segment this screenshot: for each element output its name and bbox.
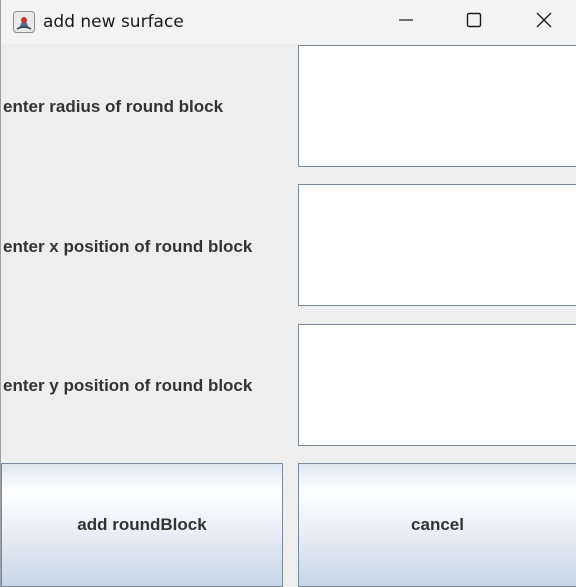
x-position-label: enter x position of round block xyxy=(3,237,253,256)
close-button[interactable] xyxy=(509,0,576,44)
maximize-button[interactable] xyxy=(439,0,509,44)
title-bar[interactable]: add new surface xyxy=(1,0,576,44)
cancel-button[interactable]: cancel xyxy=(298,463,576,587)
dialog-window: add new surface enter radius of round bl… xyxy=(0,0,576,587)
add-roundblock-button[interactable]: add roundBlock xyxy=(1,463,283,587)
maximize-icon xyxy=(466,12,482,33)
close-icon xyxy=(536,12,552,33)
radius-label: enter radius of round block xyxy=(3,97,224,116)
y-position-input[interactable] xyxy=(298,324,576,446)
add-roundblock-label: add roundBlock xyxy=(77,515,207,534)
x-position-input[interactable] xyxy=(298,184,576,306)
radius-input[interactable] xyxy=(298,45,576,167)
cancel-label: cancel xyxy=(411,515,464,534)
minimize-icon xyxy=(398,12,414,33)
y-position-label: enter y position of round block xyxy=(3,376,253,395)
java-app-icon xyxy=(13,11,35,33)
window-title: add new surface xyxy=(43,12,184,32)
minimize-button[interactable] xyxy=(371,0,441,44)
